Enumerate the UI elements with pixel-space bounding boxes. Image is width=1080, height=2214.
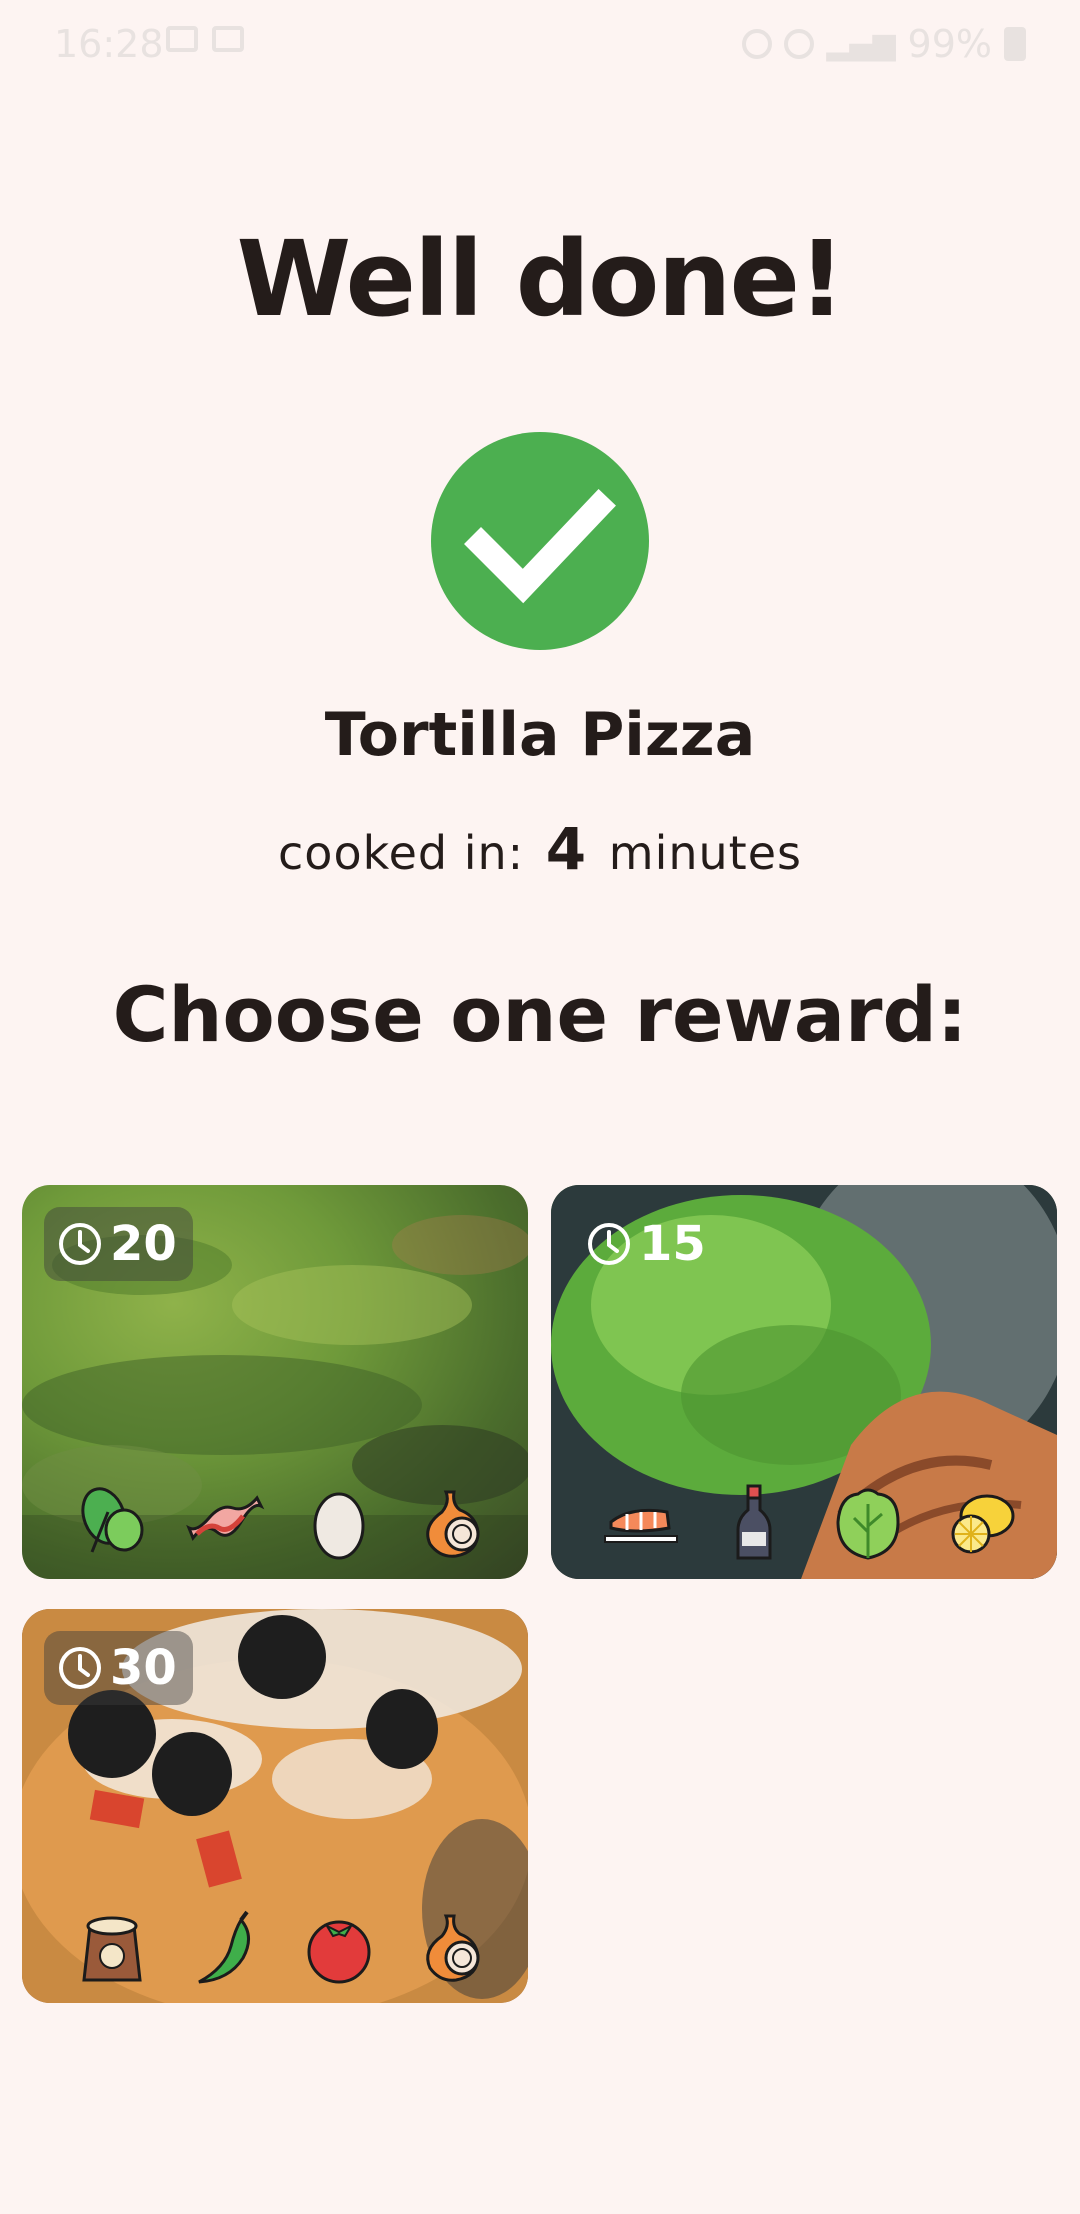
ingredient-list (72, 1477, 492, 1567)
reward-heading: Choose one reward: (112, 970, 968, 1059)
status-time: 16:28 (54, 22, 164, 66)
reward-card-salmon-salad[interactable]: 15 (551, 1185, 1057, 1579)
time-badge-minutes: 20 (110, 1216, 177, 1272)
time-badge: 20 (44, 1207, 193, 1281)
salmon-icon (601, 1479, 681, 1565)
ingredient-list (72, 1901, 492, 1991)
ingredient-list (601, 1477, 1021, 1567)
mute-icon (784, 29, 815, 59)
cooked-minutes-value: 4 (545, 815, 588, 883)
clock-icon (588, 1223, 630, 1265)
onion-icon (412, 1903, 492, 1989)
cooked-time: cooked in: 4 minutes (0, 815, 1080, 883)
lemon-icon (941, 1479, 1021, 1565)
screen-notification-icon (212, 26, 244, 52)
wifi-signal-icon: ▂▄▆ (826, 26, 896, 62)
time-badge-minutes: 15 (639, 1216, 706, 1272)
alarm-icon (742, 29, 773, 59)
onion-icon (412, 1479, 492, 1565)
bacon-icon (185, 1479, 265, 1565)
time-badge: 15 (573, 1207, 722, 1281)
clock-icon (59, 1223, 101, 1265)
success-check-icon (431, 432, 649, 650)
status-notification-icons (166, 26, 244, 52)
spinach-icon (72, 1479, 152, 1565)
recipe-name: Tortilla Pizza (324, 700, 756, 770)
status-right-icons: ▂▄▆ 99% (742, 22, 1026, 66)
lettuce-icon (828, 1479, 908, 1565)
status-bar: 16:28 ▂▄▆ 99% (0, 0, 1080, 90)
battery-level: 99% (907, 22, 992, 66)
flour-sack-icon (72, 1903, 152, 1989)
soy-sauce-icon (714, 1479, 794, 1565)
reward-card-frittata[interactable]: 20 (22, 1185, 528, 1579)
cooked-unit: minutes (608, 826, 802, 880)
tomato-icon (299, 1903, 379, 1989)
battery-icon (1004, 27, 1026, 61)
cooked-label: cooked in: (278, 826, 525, 880)
page-title: Well done! (236, 218, 846, 340)
time-badge-minutes: 30 (110, 1640, 177, 1696)
chili-pepper-icon (185, 1903, 265, 1989)
egg-icon (299, 1479, 379, 1565)
time-badge: 30 (44, 1631, 193, 1705)
reward-card-couscous[interactable]: 30 (22, 1609, 528, 2003)
gallery-notification-icon (166, 26, 198, 52)
clock-icon (59, 1647, 101, 1689)
